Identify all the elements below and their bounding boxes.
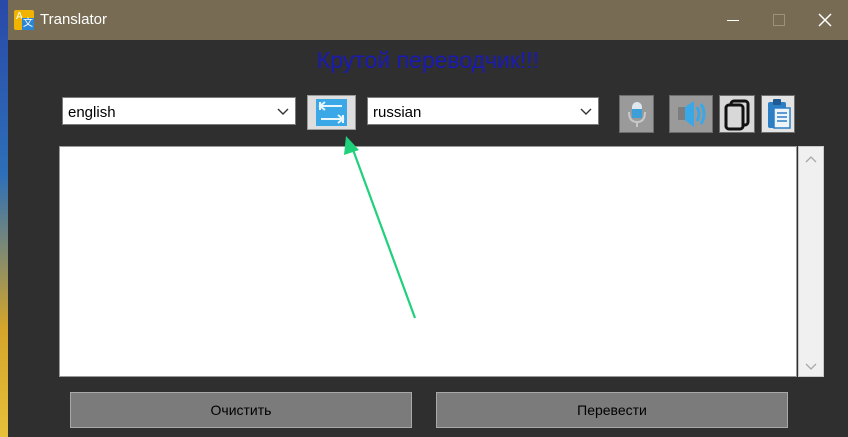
annotation-arrow bbox=[344, 136, 417, 319]
